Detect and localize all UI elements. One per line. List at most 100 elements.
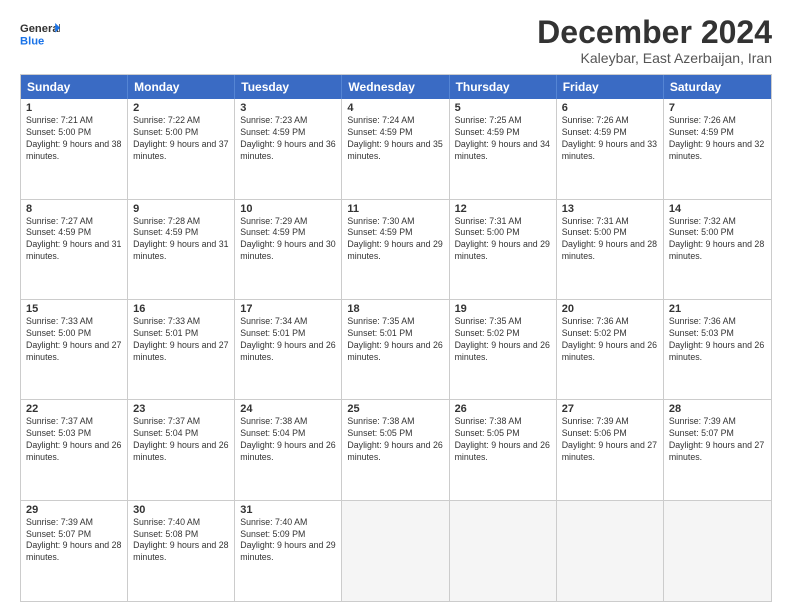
week-row-1: 1 Sunrise: 7:21 AMSunset: 5:00 PMDayligh… <box>21 99 771 199</box>
header-day-thursday: Thursday <box>450 75 557 99</box>
day-number: 14 <box>669 203 766 215</box>
day-cell: 16 Sunrise: 7:33 AMSunset: 5:01 PMDaylig… <box>128 300 235 399</box>
day-cell: 10 Sunrise: 7:29 AMSunset: 4:59 PMDaylig… <box>235 200 342 299</box>
day-cell: 22 Sunrise: 7:37 AMSunset: 5:03 PMDaylig… <box>21 400 128 499</box>
day-number: 15 <box>26 303 122 315</box>
day-cell: 30 Sunrise: 7:40 AMSunset: 5:08 PMDaylig… <box>128 501 235 601</box>
header-day-wednesday: Wednesday <box>342 75 449 99</box>
day-info: Sunrise: 7:32 AMSunset: 5:00 PMDaylight:… <box>669 216 766 264</box>
day-cell: 27 Sunrise: 7:39 AMSunset: 5:06 PMDaylig… <box>557 400 664 499</box>
day-number: 16 <box>133 303 229 315</box>
day-number: 27 <box>562 403 658 415</box>
day-info: Sunrise: 7:40 AMSunset: 5:09 PMDaylight:… <box>240 517 336 565</box>
day-number: 6 <box>562 102 658 114</box>
day-number: 17 <box>240 303 336 315</box>
day-number: 3 <box>240 102 336 114</box>
day-number: 5 <box>455 102 551 114</box>
day-number: 24 <box>240 403 336 415</box>
header: General Blue December 2024 Kaleybar, Eas… <box>20 15 772 66</box>
day-number: 28 <box>669 403 766 415</box>
logo-svg: General Blue <box>20 15 60 55</box>
day-cell: 7 Sunrise: 7:26 AMSunset: 4:59 PMDayligh… <box>664 99 771 198</box>
day-cell: 26 Sunrise: 7:38 AMSunset: 5:05 PMDaylig… <box>450 400 557 499</box>
day-number: 31 <box>240 504 336 516</box>
day-info: Sunrise: 7:23 AMSunset: 4:59 PMDaylight:… <box>240 115 336 163</box>
day-number: 13 <box>562 203 658 215</box>
day-number: 19 <box>455 303 551 315</box>
day-number: 18 <box>347 303 443 315</box>
day-info: Sunrise: 7:31 AMSunset: 5:00 PMDaylight:… <box>455 216 551 264</box>
page: General Blue December 2024 Kaleybar, Eas… <box>0 0 792 612</box>
day-info: Sunrise: 7:24 AMSunset: 4:59 PMDaylight:… <box>347 115 443 163</box>
calendar-body: 1 Sunrise: 7:21 AMSunset: 5:00 PMDayligh… <box>21 99 771 601</box>
day-number: 26 <box>455 403 551 415</box>
day-info: Sunrise: 7:39 AMSunset: 5:06 PMDaylight:… <box>562 416 658 464</box>
day-info: Sunrise: 7:28 AMSunset: 4:59 PMDaylight:… <box>133 216 229 264</box>
day-cell: 8 Sunrise: 7:27 AMSunset: 4:59 PMDayligh… <box>21 200 128 299</box>
day-cell: 13 Sunrise: 7:31 AMSunset: 5:00 PMDaylig… <box>557 200 664 299</box>
day-cell: 11 Sunrise: 7:30 AMSunset: 4:59 PMDaylig… <box>342 200 449 299</box>
day-info: Sunrise: 7:37 AMSunset: 5:04 PMDaylight:… <box>133 416 229 464</box>
day-info: Sunrise: 7:39 AMSunset: 5:07 PMDaylight:… <box>26 517 122 565</box>
day-number: 12 <box>455 203 551 215</box>
day-number: 29 <box>26 504 122 516</box>
day-cell: 28 Sunrise: 7:39 AMSunset: 5:07 PMDaylig… <box>664 400 771 499</box>
day-cell <box>664 501 771 601</box>
subtitle: Kaleybar, East Azerbaijan, Iran <box>537 50 772 66</box>
day-info: Sunrise: 7:34 AMSunset: 5:01 PMDaylight:… <box>240 316 336 364</box>
day-cell: 24 Sunrise: 7:38 AMSunset: 5:04 PMDaylig… <box>235 400 342 499</box>
day-number: 1 <box>26 102 122 114</box>
header-day-friday: Friday <box>557 75 664 99</box>
header-day-tuesday: Tuesday <box>235 75 342 99</box>
day-number: 9 <box>133 203 229 215</box>
day-number: 20 <box>562 303 658 315</box>
day-number: 23 <box>133 403 229 415</box>
svg-text:Blue: Blue <box>20 36 44 48</box>
header-day-saturday: Saturday <box>664 75 771 99</box>
day-cell: 17 Sunrise: 7:34 AMSunset: 5:01 PMDaylig… <box>235 300 342 399</box>
day-info: Sunrise: 7:27 AMSunset: 4:59 PMDaylight:… <box>26 216 122 264</box>
day-number: 10 <box>240 203 336 215</box>
day-info: Sunrise: 7:33 AMSunset: 5:00 PMDaylight:… <box>26 316 122 364</box>
day-info: Sunrise: 7:26 AMSunset: 4:59 PMDaylight:… <box>669 115 766 163</box>
day-cell: 1 Sunrise: 7:21 AMSunset: 5:00 PMDayligh… <box>21 99 128 198</box>
day-info: Sunrise: 7:38 AMSunset: 5:05 PMDaylight:… <box>347 416 443 464</box>
day-info: Sunrise: 7:40 AMSunset: 5:08 PMDaylight:… <box>133 517 229 565</box>
day-cell: 12 Sunrise: 7:31 AMSunset: 5:00 PMDaylig… <box>450 200 557 299</box>
day-info: Sunrise: 7:35 AMSunset: 5:02 PMDaylight:… <box>455 316 551 364</box>
day-info: Sunrise: 7:38 AMSunset: 5:04 PMDaylight:… <box>240 416 336 464</box>
day-info: Sunrise: 7:26 AMSunset: 4:59 PMDaylight:… <box>562 115 658 163</box>
day-info: Sunrise: 7:31 AMSunset: 5:00 PMDaylight:… <box>562 216 658 264</box>
week-row-3: 15 Sunrise: 7:33 AMSunset: 5:00 PMDaylig… <box>21 300 771 400</box>
day-cell <box>450 501 557 601</box>
day-cell: 23 Sunrise: 7:37 AMSunset: 5:04 PMDaylig… <box>128 400 235 499</box>
day-cell: 14 Sunrise: 7:32 AMSunset: 5:00 PMDaylig… <box>664 200 771 299</box>
day-cell: 25 Sunrise: 7:38 AMSunset: 5:05 PMDaylig… <box>342 400 449 499</box>
week-row-4: 22 Sunrise: 7:37 AMSunset: 5:03 PMDaylig… <box>21 400 771 500</box>
day-cell: 9 Sunrise: 7:28 AMSunset: 4:59 PMDayligh… <box>128 200 235 299</box>
day-info: Sunrise: 7:33 AMSunset: 5:01 PMDaylight:… <box>133 316 229 364</box>
day-cell: 21 Sunrise: 7:36 AMSunset: 5:03 PMDaylig… <box>664 300 771 399</box>
svg-text:General: General <box>20 23 60 35</box>
day-number: 22 <box>26 403 122 415</box>
title-area: December 2024 Kaleybar, East Azerbaijan,… <box>537 15 772 66</box>
day-info: Sunrise: 7:35 AMSunset: 5:01 PMDaylight:… <box>347 316 443 364</box>
day-info: Sunrise: 7:30 AMSunset: 4:59 PMDaylight:… <box>347 216 443 264</box>
day-info: Sunrise: 7:22 AMSunset: 5:00 PMDaylight:… <box>133 115 229 163</box>
calendar: SundayMondayTuesdayWednesdayThursdayFrid… <box>20 74 772 602</box>
day-info: Sunrise: 7:29 AMSunset: 4:59 PMDaylight:… <box>240 216 336 264</box>
header-day-sunday: Sunday <box>21 75 128 99</box>
day-cell: 31 Sunrise: 7:40 AMSunset: 5:09 PMDaylig… <box>235 501 342 601</box>
day-info: Sunrise: 7:37 AMSunset: 5:03 PMDaylight:… <box>26 416 122 464</box>
day-cell: 20 Sunrise: 7:36 AMSunset: 5:02 PMDaylig… <box>557 300 664 399</box>
day-cell <box>557 501 664 601</box>
day-cell: 4 Sunrise: 7:24 AMSunset: 4:59 PMDayligh… <box>342 99 449 198</box>
day-number: 2 <box>133 102 229 114</box>
day-cell: 5 Sunrise: 7:25 AMSunset: 4:59 PMDayligh… <box>450 99 557 198</box>
day-info: Sunrise: 7:36 AMSunset: 5:02 PMDaylight:… <box>562 316 658 364</box>
day-cell: 15 Sunrise: 7:33 AMSunset: 5:00 PMDaylig… <box>21 300 128 399</box>
day-cell: 6 Sunrise: 7:26 AMSunset: 4:59 PMDayligh… <box>557 99 664 198</box>
week-row-2: 8 Sunrise: 7:27 AMSunset: 4:59 PMDayligh… <box>21 200 771 300</box>
day-cell <box>342 501 449 601</box>
day-number: 8 <box>26 203 122 215</box>
